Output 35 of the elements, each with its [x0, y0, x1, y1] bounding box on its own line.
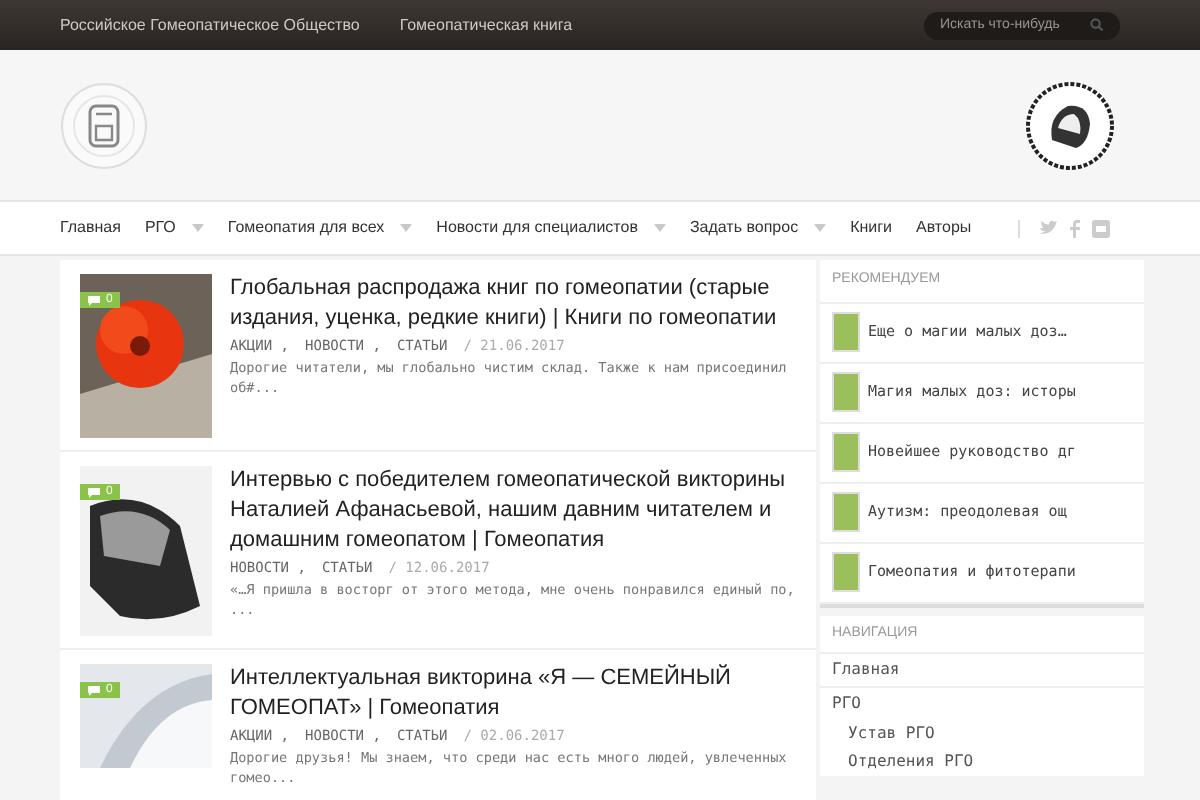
top-link[interactable]: Гомеопатическая книга — [399, 13, 573, 37]
navigation-link[interactable]: Отделения РГО — [820, 748, 1144, 776]
twitter-icon[interactable] — [1040, 220, 1058, 236]
navigation-link[interactable]: Устав РГО — [820, 720, 1144, 748]
facebook-icon[interactable] — [1070, 219, 1080, 237]
book-cover-thumbnail[interactable] — [832, 432, 860, 472]
search-icon[interactable] — [1090, 18, 1104, 32]
nav-link[interactable]: Задать вопрос — [689, 216, 827, 240]
navigation-link[interactable]: РГО — [820, 686, 1144, 720]
book-photo — [80, 664, 212, 768]
nav-link[interactable]: РГО — [144, 216, 204, 240]
top-link[interactable]: Российское Гомеопатическое Общество — [60, 13, 360, 37]
nav-link[interactable]: Главная — [60, 216, 121, 240]
society-logo[interactable] — [60, 81, 148, 169]
speech-icon — [88, 487, 100, 497]
nav-link[interactable]: Книги — [850, 216, 893, 240]
speech-icon — [88, 295, 100, 305]
nav-link[interactable]: Гомеопатия для всех — [227, 216, 413, 240]
book-cover-thumbnail[interactable] — [832, 372, 860, 412]
caret-icon — [814, 224, 827, 232]
navigation-link[interactable]: Главная — [820, 652, 1144, 686]
nav-link[interactable]: Авторы — [916, 216, 972, 240]
book-cover-thumbnail[interactable] — [832, 552, 860, 592]
caret-icon — [400, 224, 413, 232]
portrait-seal-logo[interactable] — [1024, 79, 1116, 171]
square-icon[interactable] — [1092, 219, 1110, 237]
book-cover-thumbnail[interactable] — [832, 312, 860, 352]
post-title[interactable]: Интервью с победителем гомеопатической викторины Наталией Афанасьевой, нашим давним читателем и домашним гомеопатом | Гомеопатия — [230, 466, 816, 556]
speech-icon — [88, 685, 100, 695]
caret-icon — [653, 224, 666, 232]
book-cover-thumbnail[interactable] — [832, 492, 860, 532]
post-title[interactable]: Интеллектуальная викторина «Я — СЕМЕЙНЫЙ ГОМЕОПАТ» | Гомеопатия — [230, 664, 816, 724]
caret-icon — [191, 224, 204, 232]
post-title[interactable]: Глобальная распродажа книг по гомеопатии (старые издания, уценка, редкие книги) | Книги по гомеопатии — [230, 274, 816, 334]
nav-link[interactable]: Новости для специалистов — [436, 216, 666, 240]
